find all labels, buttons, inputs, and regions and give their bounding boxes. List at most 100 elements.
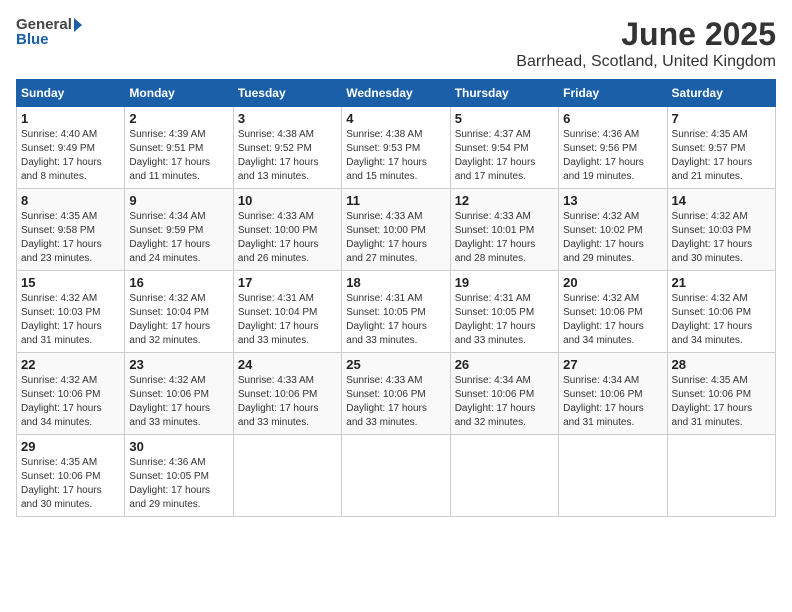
day-number: 29 <box>21 439 120 454</box>
day-info: Sunrise: 4:31 AM Sunset: 10:04 PM Daylig… <box>238 292 337 348</box>
day-number: 21 <box>672 275 771 290</box>
logo-arrow-icon <box>74 18 82 32</box>
day-info: Sunrise: 4:32 AM Sunset: 10:03 PM Daylig… <box>21 292 120 348</box>
day-info: Sunrise: 4:33 AM Sunset: 10:00 PM Daylig… <box>346 210 445 266</box>
day-number: 22 <box>21 357 120 372</box>
day-cell-3: 3Sunrise: 4:38 AM Sunset: 9:52 PM Daylig… <box>233 107 341 189</box>
day-info: Sunrise: 4:32 AM Sunset: 10:04 PM Daylig… <box>129 292 228 348</box>
day-cell-22: 22 Sunrise: 4:32 AM Sunset: 10:06 PM Dayl… <box>17 353 125 435</box>
day-info: Sunrise: 4:35 AM Sunset: 9:58 PM Dayligh… <box>21 210 120 266</box>
day-cell-8: 8Sunrise: 4:35 AM Sunset: 9:58 PM Daylig… <box>17 189 125 271</box>
day-info: Sunrise: 4:40 AM Sunset: 9:49 PM Dayligh… <box>21 128 120 184</box>
day-cell-1: 1Sunrise: 4:40 AM Sunset: 9:49 PM Daylig… <box>17 107 125 189</box>
empty-cell <box>342 435 450 517</box>
day-info: Sunrise: 4:31 AM Sunset: 10:05 PM Daylig… <box>346 292 445 348</box>
day-cell-24: 24 Sunrise: 4:33 AM Sunset: 10:06 PM Dayl… <box>233 353 341 435</box>
day-info: Sunrise: 4:38 AM Sunset: 9:52 PM Dayligh… <box>238 128 337 184</box>
empty-cell <box>233 435 341 517</box>
day-cell-29: 29 Sunrise: 4:35 AM Sunset: 10:06 PM Dayl… <box>17 435 125 517</box>
day-header-sunday: Sunday <box>17 80 125 107</box>
day-cell-19: 19 Sunrise: 4:31 AM Sunset: 10:05 PM Dayl… <box>450 271 558 353</box>
day-cell-25: 25 Sunrise: 4:33 AM Sunset: 10:06 PM Dayl… <box>342 353 450 435</box>
day-number: 23 <box>129 357 228 372</box>
day-cell-20: 20 Sunrise: 4:32 AM Sunset: 10:06 PM Dayl… <box>559 271 667 353</box>
month-title: June 2025 <box>516 16 776 53</box>
day-header-tuesday: Tuesday <box>233 80 341 107</box>
week-row-2: 8Sunrise: 4:35 AM Sunset: 9:58 PM Daylig… <box>17 189 776 271</box>
day-cell-9: 9 Sunrise: 4:34 AM Sunset: 9:59 PM Daylig… <box>125 189 233 271</box>
day-number: 5 <box>455 111 554 126</box>
day-info: Sunrise: 4:31 AM Sunset: 10:05 PM Daylig… <box>455 292 554 348</box>
day-number: 30 <box>129 439 228 454</box>
day-number: 20 <box>563 275 662 290</box>
day-info: Sunrise: 4:32 AM Sunset: 10:03 PM Daylig… <box>672 210 771 266</box>
day-cell-7: 7Sunrise: 4:35 AM Sunset: 9:57 PM Daylig… <box>667 107 775 189</box>
day-info: Sunrise: 4:32 AM Sunset: 10:06 PM Daylig… <box>129 374 228 430</box>
day-info: Sunrise: 4:38 AM Sunset: 9:53 PM Dayligh… <box>346 128 445 184</box>
day-number: 25 <box>346 357 445 372</box>
day-header-thursday: Thursday <box>450 80 558 107</box>
day-cell-11: 11 Sunrise: 4:33 AM Sunset: 10:00 PM Dayl… <box>342 189 450 271</box>
day-cell-23: 23 Sunrise: 4:32 AM Sunset: 10:06 PM Dayl… <box>125 353 233 435</box>
day-info: Sunrise: 4:35 AM Sunset: 10:06 PM Daylig… <box>672 374 771 430</box>
day-number: 26 <box>455 357 554 372</box>
day-info: Sunrise: 4:36 AM Sunset: 10:05 PM Daylig… <box>129 456 228 512</box>
day-info: Sunrise: 4:34 AM Sunset: 9:59 PM Dayligh… <box>129 210 228 266</box>
day-cell-15: 15 Sunrise: 4:32 AM Sunset: 10:03 PM Dayl… <box>17 271 125 353</box>
logo: General Blue <box>16 16 82 48</box>
day-number: 12 <box>455 193 554 208</box>
logo-wrapper: General Blue <box>16 16 82 48</box>
day-cell-18: 18 Sunrise: 4:31 AM Sunset: 10:05 PM Dayl… <box>342 271 450 353</box>
empty-cell <box>559 435 667 517</box>
day-info: Sunrise: 4:34 AM Sunset: 10:06 PM Daylig… <box>563 374 662 430</box>
week-row-4: 22 Sunrise: 4:32 AM Sunset: 10:06 PM Dayl… <box>17 353 776 435</box>
day-info: Sunrise: 4:39 AM Sunset: 9:51 PM Dayligh… <box>129 128 228 184</box>
day-cell-4: 4Sunrise: 4:38 AM Sunset: 9:53 PM Daylig… <box>342 107 450 189</box>
day-info: Sunrise: 4:35 AM Sunset: 9:57 PM Dayligh… <box>672 128 771 184</box>
page-header: General Blue June 2025 Barrhead, Scotlan… <box>16 16 776 71</box>
empty-cell <box>667 435 775 517</box>
day-number: 27 <box>563 357 662 372</box>
day-info: Sunrise: 4:33 AM Sunset: 10:01 PM Daylig… <box>455 210 554 266</box>
calendar-header-row: SundayMondayTuesdayWednesdayThursdayFrid… <box>17 80 776 107</box>
week-row-3: 15 Sunrise: 4:32 AM Sunset: 10:03 PM Dayl… <box>17 271 776 353</box>
day-number: 10 <box>238 193 337 208</box>
week-row-5: 29 Sunrise: 4:35 AM Sunset: 10:06 PM Dayl… <box>17 435 776 517</box>
day-number: 11 <box>346 193 445 208</box>
day-cell-2: 2Sunrise: 4:39 AM Sunset: 9:51 PM Daylig… <box>125 107 233 189</box>
day-header-friday: Friday <box>559 80 667 107</box>
week-row-1: 1Sunrise: 4:40 AM Sunset: 9:49 PM Daylig… <box>17 107 776 189</box>
day-cell-30: 30 Sunrise: 4:36 AM Sunset: 10:05 PM Dayl… <box>125 435 233 517</box>
day-number: 28 <box>672 357 771 372</box>
day-info: Sunrise: 4:34 AM Sunset: 10:06 PM Daylig… <box>455 374 554 430</box>
day-info: Sunrise: 4:33 AM Sunset: 10:06 PM Daylig… <box>346 374 445 430</box>
day-cell-10: 10 Sunrise: 4:33 AM Sunset: 10:00 PM Dayl… <box>233 189 341 271</box>
day-info: Sunrise: 4:33 AM Sunset: 10:06 PM Daylig… <box>238 374 337 430</box>
day-cell-14: 14 Sunrise: 4:32 AM Sunset: 10:03 PM Dayl… <box>667 189 775 271</box>
day-info: Sunrise: 4:37 AM Sunset: 9:54 PM Dayligh… <box>455 128 554 184</box>
day-number: 9 <box>129 193 228 208</box>
day-number: 6 <box>563 111 662 126</box>
day-cell-5: 5 Sunrise: 4:37 AM Sunset: 9:54 PM Daylig… <box>450 107 558 189</box>
day-cell-27: 27 Sunrise: 4:34 AM Sunset: 10:06 PM Dayl… <box>559 353 667 435</box>
day-info: Sunrise: 4:36 AM Sunset: 9:56 PM Dayligh… <box>563 128 662 184</box>
day-number: 13 <box>563 193 662 208</box>
day-cell-17: 17Sunrise: 4:31 AM Sunset: 10:04 PM Dayl… <box>233 271 341 353</box>
day-info: Sunrise: 4:33 AM Sunset: 10:00 PM Daylig… <box>238 210 337 266</box>
day-cell-13: 13 Sunrise: 4:32 AM Sunset: 10:02 PM Dayl… <box>559 189 667 271</box>
calendar-table: SundayMondayTuesdayWednesdayThursdayFrid… <box>16 79 776 517</box>
day-number: 14 <box>672 193 771 208</box>
empty-cell <box>450 435 558 517</box>
day-number: 18 <box>346 275 445 290</box>
day-info: Sunrise: 4:35 AM Sunset: 10:06 PM Daylig… <box>21 456 120 512</box>
day-number: 19 <box>455 275 554 290</box>
day-info: Sunrise: 4:32 AM Sunset: 10:02 PM Daylig… <box>563 210 662 266</box>
day-number: 24 <box>238 357 337 372</box>
day-header-monday: Monday <box>125 80 233 107</box>
day-info: Sunrise: 4:32 AM Sunset: 10:06 PM Daylig… <box>21 374 120 430</box>
day-header-saturday: Saturday <box>667 80 775 107</box>
day-number: 15 <box>21 275 120 290</box>
day-info: Sunrise: 4:32 AM Sunset: 10:06 PM Daylig… <box>563 292 662 348</box>
logo-blue-text: Blue <box>16 31 82 48</box>
day-info: Sunrise: 4:32 AM Sunset: 10:06 PM Daylig… <box>672 292 771 348</box>
